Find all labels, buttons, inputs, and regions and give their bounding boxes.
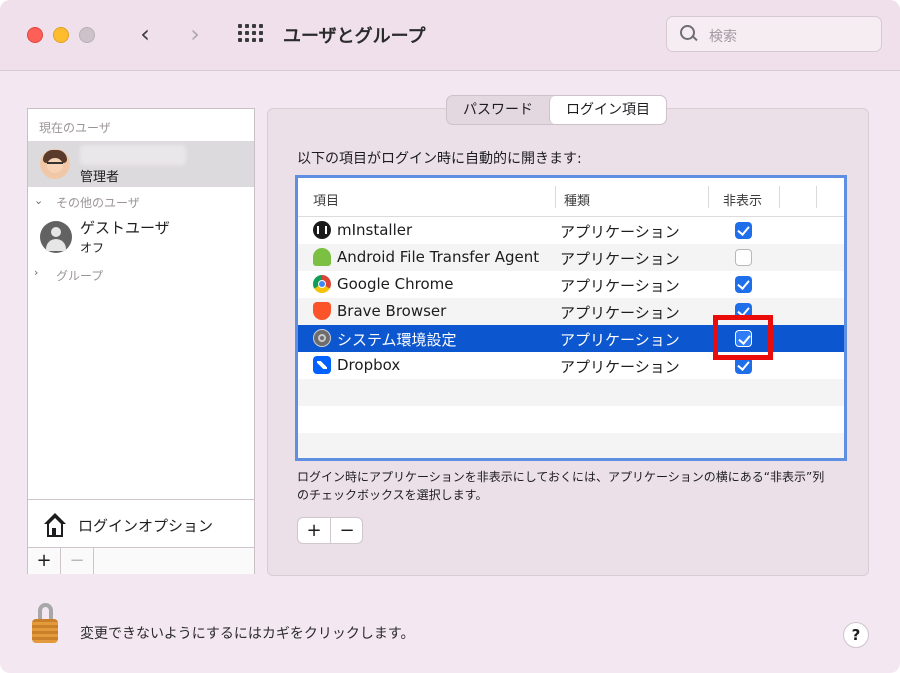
zoom-window-button[interactable] xyxy=(79,27,95,43)
sidebar-toolbar: + − xyxy=(28,547,254,574)
item-kind: アプリケーション xyxy=(560,331,680,349)
column-kind[interactable]: 種類 xyxy=(564,190,590,209)
item-name: mInstaller xyxy=(337,221,413,239)
current-users-header: 現在のユーザ xyxy=(39,121,111,135)
hide-instructions-note: ログイン時にアプリケーションを非表示にしておくには、アプリケーションの横にある“… xyxy=(297,470,825,502)
house-icon xyxy=(42,513,68,537)
forward-button[interactable]: › xyxy=(183,20,207,48)
minimize-window-button[interactable] xyxy=(53,27,69,43)
brave-icon xyxy=(313,302,331,320)
title-bar: ‹ › ユーザとグループ 検索 xyxy=(0,0,900,71)
column-hide[interactable]: 非表示 xyxy=(723,190,762,209)
item-kind: アプリケーション xyxy=(560,223,680,241)
close-window-button[interactable] xyxy=(27,27,43,43)
item-name: Google Chrome xyxy=(337,275,454,293)
chevron-right-icon[interactable]: › xyxy=(34,266,38,279)
empty-row xyxy=(298,406,844,433)
item-name: Android File Transfer Agent xyxy=(337,248,540,266)
hide-checkbox[interactable] xyxy=(735,222,752,239)
preferences-window: ‹ › ユーザとグループ 検索 現在のユーザ 管理者 ⌄ その他のユーザ ゲスト… xyxy=(0,0,900,673)
login-items-toolbar: + − xyxy=(297,517,363,544)
table-row[interactable]: mInstaller アプリケーション xyxy=(298,217,844,244)
dropbox-icon xyxy=(313,356,331,374)
login-items-heading: 以下の項目がログイン時に自動的に開きます: xyxy=(297,151,582,167)
table-header: 項目 種類 非表示 xyxy=(298,178,844,217)
item-name: Dropbox xyxy=(337,356,401,374)
guest-user-status: オフ xyxy=(80,241,105,255)
user-role-label: 管理者 xyxy=(80,170,120,185)
guest-user-name[interactable]: ゲストユーザ xyxy=(80,217,170,238)
minstaller-icon xyxy=(313,221,331,239)
redacted-username xyxy=(80,145,186,165)
android-icon xyxy=(313,248,331,266)
hide-checkbox[interactable] xyxy=(735,276,752,293)
help-button[interactable]: ? xyxy=(843,622,869,648)
chrome-icon xyxy=(313,275,331,293)
users-sidebar: 現在のユーザ 管理者 ⌄ その他のユーザ ゲストユーザ オフ › グループ ログ… xyxy=(27,108,255,574)
item-kind: アプリケーション xyxy=(560,277,680,295)
table-row[interactable]: Google Chrome アプリケーション xyxy=(298,271,844,298)
current-user-row[interactable]: 管理者 xyxy=(28,141,254,187)
item-kind: アプリケーション xyxy=(560,304,680,322)
remove-user-button[interactable]: − xyxy=(61,548,94,574)
chevron-down-icon[interactable]: ⌄ xyxy=(34,194,43,207)
column-item[interactable]: 項目 xyxy=(313,190,339,209)
item-name: システム環境設定 xyxy=(337,331,457,349)
login-options-item[interactable]: ログインオプション xyxy=(78,515,213,536)
system-preferences-icon xyxy=(313,329,331,347)
search-field[interactable]: 検索 xyxy=(666,16,882,52)
user-avatar xyxy=(40,149,70,179)
tab-password[interactable]: パスワード xyxy=(447,96,549,124)
hide-checkbox[interactable] xyxy=(735,249,752,266)
lock-message: 変更できないようにするにはカギをクリックします。 xyxy=(80,626,415,642)
table-row[interactable]: Android File Transfer Agent アプリケーション xyxy=(298,244,844,271)
groups-header: グループ xyxy=(56,269,104,283)
item-kind: アプリケーション xyxy=(560,358,680,376)
show-all-grid-icon[interactable] xyxy=(238,24,263,44)
item-kind: アプリケーション xyxy=(560,250,680,268)
tab-login-items[interactable]: ログイン項目 xyxy=(549,96,666,124)
remove-login-item-button[interactable]: − xyxy=(331,518,363,543)
sidebar-divider xyxy=(28,499,254,500)
empty-row xyxy=(298,433,844,458)
search-icon xyxy=(680,25,698,42)
back-button[interactable]: ‹ xyxy=(133,20,157,48)
empty-row xyxy=(298,379,844,406)
window-title: ユーザとグループ xyxy=(283,26,426,47)
lock-icon[interactable] xyxy=(30,603,60,645)
add-user-button[interactable]: + xyxy=(28,548,61,574)
add-login-item-button[interactable]: + xyxy=(298,518,331,543)
item-name: Brave Browser xyxy=(337,302,447,320)
highlight-annotation xyxy=(713,315,773,360)
other-users-header: その他のユーザ xyxy=(56,196,140,210)
guest-avatar xyxy=(40,221,72,253)
search-placeholder: 検索 xyxy=(709,29,737,45)
tab-bar: パスワード ログイン項目 xyxy=(446,95,667,125)
